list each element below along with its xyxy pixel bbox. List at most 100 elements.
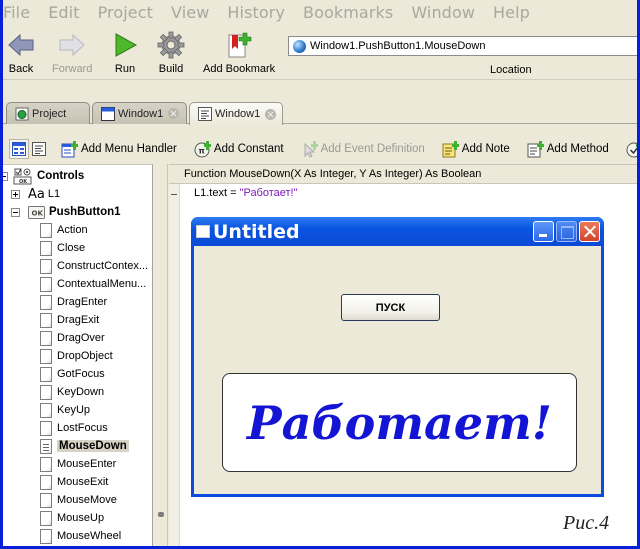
tree-label: DragExit — [57, 314, 100, 326]
code-line[interactable]: L1.text = "Работает!" — [194, 187, 298, 199]
running-app-body: ПУСК Работает! — [194, 246, 601, 494]
build-button[interactable]: Build — [155, 30, 187, 75]
forward-button[interactable]: Forward — [52, 30, 92, 75]
tree-label: GotFocus — [57, 368, 105, 380]
event-empty-icon — [40, 330, 52, 346]
tree-l1[interactable]: Aa L1 — [11, 185, 60, 203]
menu-project[interactable]: Project — [98, 3, 153, 22]
main-toolbar: Back Forward Run Build Add Bookmark Wind… — [3, 26, 637, 80]
tree-event-item[interactable]: KeyUp — [40, 401, 90, 419]
tree-event-item[interactable]: MouseUp — [40, 509, 104, 527]
tree-label: PushButton1 — [49, 206, 121, 218]
tree-scrollbar[interactable] — [154, 164, 168, 546]
event-empty-icon — [40, 420, 52, 436]
add-note-button[interactable]: Add Note — [442, 140, 510, 158]
tab-project[interactable]: Project — [6, 102, 90, 124]
pushbutton-control-icon: OK — [28, 205, 45, 219]
tree-event-item[interactable]: DropObject — [40, 347, 113, 365]
scroll-thumb[interactable] — [158, 512, 164, 517]
forward-label: Forward — [52, 63, 93, 75]
tree-label: DropObject — [57, 350, 113, 362]
menu-handler-add-icon — [61, 140, 78, 158]
tree-event-item[interactable]: MouseEnter — [40, 455, 116, 473]
svg-text:OK: OK — [32, 209, 44, 217]
tab-window1-code[interactable]: Window1 — [189, 102, 283, 125]
collapse-icon[interactable] — [11, 207, 20, 217]
tree-event-item[interactable]: KeyDown — [40, 383, 104, 401]
tree-event-item[interactable]: DragOver — [40, 329, 105, 347]
tree-event-item[interactable]: MouseExit — [40, 473, 108, 491]
view-toggle — [9, 139, 49, 159]
tree-event-item[interactable]: ConstructContex... — [40, 257, 148, 275]
build-label: Build — [158, 63, 184, 75]
note-add-icon — [442, 140, 459, 158]
menu-bookmarks[interactable]: Bookmarks — [303, 3, 393, 22]
add-constant-button[interactable]: π Add Constant — [194, 140, 284, 158]
tree-event-item[interactable]: LostFocus — [40, 419, 108, 437]
event-empty-icon — [40, 222, 52, 238]
tree-label: LostFocus — [57, 422, 108, 434]
tree-label: L1 — [47, 188, 61, 200]
event-empty-icon — [40, 528, 52, 544]
layout-view-toggle[interactable] — [9, 139, 29, 159]
tree-event-item[interactable]: ContextualMenu... — [40, 275, 146, 293]
start-button[interactable]: ПУСК — [341, 294, 440, 321]
figure-caption: Рис.4 — [563, 512, 610, 534]
close-tab-icon[interactable] — [265, 108, 277, 120]
tree-event-item[interactable]: DragExit — [40, 311, 99, 329]
event-empty-icon — [40, 402, 52, 418]
globe-icon — [293, 39, 306, 53]
tree-label: KeyDown — [57, 386, 105, 398]
add-menu-handler-button[interactable]: Add Menu Handler — [61, 140, 177, 158]
tree-label: ConstructContex... — [57, 260, 149, 272]
event-code-icon — [40, 438, 52, 454]
menu-window[interactable]: Window — [411, 3, 475, 22]
tree-event-item[interactable]: Close — [40, 239, 85, 257]
tree-controls[interactable]: OK Controls — [3, 167, 84, 185]
tree-label: Controls — [37, 170, 85, 182]
menu-view[interactable]: View — [171, 3, 209, 22]
tree-pushbutton1[interactable]: OK PushButton1 — [11, 203, 121, 221]
minimize-button[interactable] — [533, 221, 554, 242]
controls-icon: OK — [13, 168, 32, 185]
back-button[interactable]: Back — [5, 30, 37, 75]
location-field[interactable]: Window1.PushButton1.MouseDown — [288, 36, 637, 56]
tree-event-item[interactable]: MouseMove — [40, 491, 117, 509]
menu-help[interactable]: Help — [493, 3, 530, 22]
collapse-icon[interactable] — [3, 171, 8, 181]
tab-window1-layout[interactable]: Window1 — [92, 102, 187, 124]
menu-history[interactable]: History — [227, 3, 285, 22]
code-gutter — [169, 184, 180, 546]
tree-label: Close — [57, 242, 86, 254]
tree-label: MouseExit — [57, 476, 109, 488]
tree-label: KeyUp — [57, 404, 91, 416]
run-button[interactable]: Run — [109, 30, 141, 75]
menu-file[interactable]: File — [3, 3, 30, 22]
tree-label: DragEnter — [57, 296, 108, 308]
layout-view-icon — [12, 142, 26, 156]
tree-event-item[interactable]: DragEnter — [40, 293, 107, 311]
add-constant-label: Add Constant — [213, 143, 284, 155]
expand-icon[interactable] — [11, 189, 20, 199]
gear-icon — [155, 30, 187, 60]
event-empty-icon — [40, 366, 52, 382]
event-empty-icon — [40, 312, 52, 328]
maximize-button[interactable] — [556, 221, 577, 242]
add-property-button[interactable]: Add — [626, 141, 637, 158]
tree-event-item[interactable]: Action — [40, 221, 88, 239]
close-tab-icon[interactable] — [168, 108, 180, 119]
event-empty-icon — [40, 294, 52, 310]
window-title: Untitled — [213, 220, 300, 243]
tree-event-item[interactable]: MouseWheel — [40, 527, 121, 545]
add-method-button[interactable]: Add Method — [527, 140, 609, 158]
add-bookmark-button[interactable]: Add Bookmark — [203, 30, 275, 75]
tree-event-item[interactable]: GotFocus — [40, 365, 105, 383]
code-view-toggle[interactable] — [29, 139, 49, 159]
tree-event-item[interactable]: MouseDown — [40, 437, 129, 455]
event-empty-icon — [40, 240, 52, 256]
fold-marker-icon[interactable] — [171, 194, 177, 195]
close-window-button[interactable] — [579, 221, 600, 242]
menu-edit[interactable]: Edit — [48, 3, 79, 22]
run-label: Run — [114, 63, 136, 75]
add-event-definition-button[interactable]: Add Event Definition — [301, 140, 425, 158]
